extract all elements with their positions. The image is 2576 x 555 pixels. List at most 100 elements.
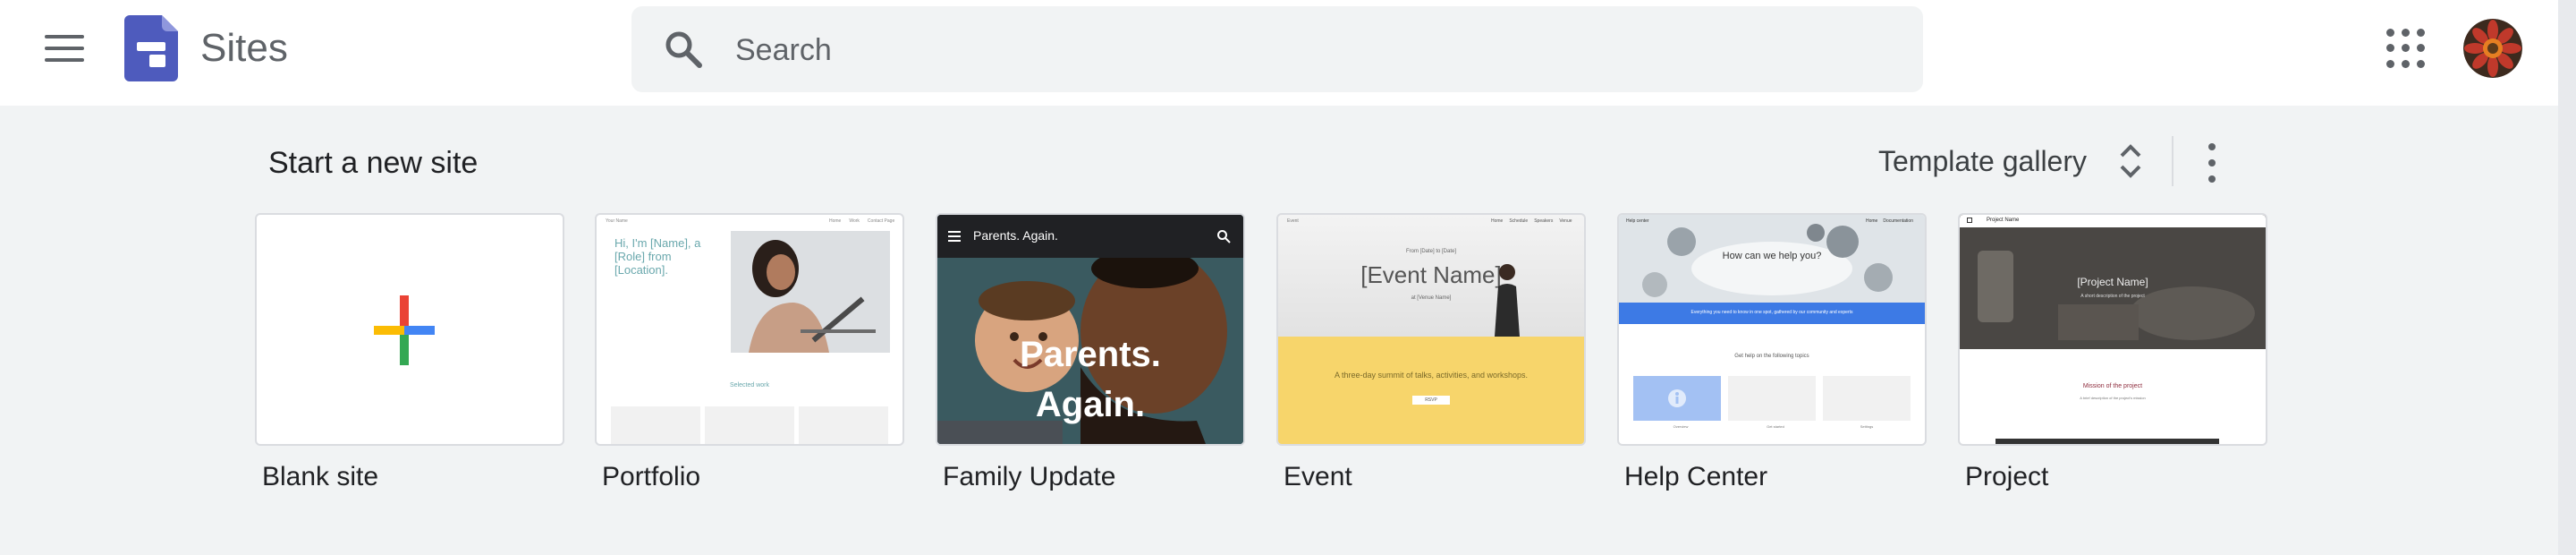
template-card-blank-site[interactable]: Blank site [255, 213, 564, 491]
preview-brand: Help center [1626, 218, 1649, 224]
apps-grid-dot [2417, 59, 2425, 68]
preview-mission-line: A brief description of the project's mis… [2080, 396, 2146, 400]
more-vert-icon-dot [2208, 143, 2216, 150]
template-thumbnail[interactable]: Your Name Home Work Contact Page Hi, I'm… [595, 213, 904, 446]
template-thumbnail[interactable]: Event Home Schedule Speakers Venue From … [1276, 213, 1586, 446]
preview-work-tile [705, 406, 794, 444]
preview-overlay-line: Parents. [1020, 335, 1161, 374]
template-thumbnail[interactable] [255, 213, 564, 446]
apps-grid-dot [2386, 44, 2394, 53]
colored-plus-icon [374, 295, 435, 365]
menu-icon-bar [45, 58, 84, 62]
app-header: Sites [0, 0, 2558, 106]
search-input[interactable] [733, 6, 1882, 94]
preview-intro-line: Hi, I'm [Name], a [614, 236, 701, 250]
apps-grid-dot [2386, 29, 2394, 37]
template-card-help-center[interactable]: Help center Home Documentation How can w… [1617, 213, 1927, 491]
template-thumbnail[interactable]: Parents. Again. Parents. Again. [936, 213, 1245, 446]
unfold-more-icon [2120, 144, 2141, 178]
page-scrollbar[interactable] [2558, 0, 2576, 555]
preview-nav-link: Venue [1559, 218, 1572, 224]
template-name: Event [1284, 462, 1352, 491]
preview-nav-link: Home [829, 218, 842, 224]
sites-logo-icon[interactable] [124, 15, 178, 81]
preview-overlay-line: Again. [1035, 385, 1146, 424]
search-bar[interactable] [631, 6, 1923, 94]
preview-topics-title: Get help on the following topics [1734, 354, 1809, 359]
preview-work-tile [799, 406, 888, 444]
more-vert-icon-dot [2208, 175, 2216, 183]
search-icon[interactable] [664, 30, 703, 69]
template-card-event[interactable]: Event Home Schedule Speakers Venue From … [1276, 213, 1586, 491]
main-menu-button[interactable] [36, 27, 93, 70]
preview-brand: Event [1287, 218, 1299, 224]
apps-grid-dot [2417, 29, 2425, 37]
preview-menu-icon [1967, 218, 1972, 223]
preview-blue-banner: Everything you need to know in one spot,… [1619, 303, 1925, 324]
template-name: Portfolio [602, 462, 701, 491]
template-gallery-button[interactable]: Template gallery [1878, 134, 2144, 188]
apps-grid-dot [2402, 44, 2410, 53]
template-card-portfolio[interactable]: Your Name Home Work Contact Page Hi, I'm… [595, 213, 904, 491]
preview-nav-link: Speakers [1534, 218, 1554, 224]
preview-section-label: Selected work [730, 382, 769, 388]
preview-yellow-band: A three-day summit of talks, activities,… [1278, 337, 1584, 444]
preview-topic-tile [1728, 376, 1816, 421]
preview-nav-link: Home [1491, 218, 1504, 224]
toolbar-divider [2172, 136, 2174, 186]
preview-tagline: A three-day summit of talks, activities,… [1334, 371, 1529, 380]
preview-heading: [Event Name] [1360, 261, 1502, 288]
template-name: Help Center [1624, 462, 1768, 491]
section-title: Start a new site [268, 146, 479, 180]
account-avatar[interactable] [2463, 19, 2522, 78]
template-name: Project [1965, 462, 2049, 491]
apps-grid-dot [2402, 59, 2410, 68]
template-gallery-label: Template gallery [1878, 144, 2087, 177]
more-options-button[interactable] [2200, 143, 2224, 183]
template-name: Blank site [262, 462, 379, 491]
preview-nav-link: Documentation [1883, 218, 1913, 224]
template-card-project[interactable]: Project Name [Project Name] A short desc… [1958, 213, 2267, 491]
preview-venue-line: at [Venue Name] [1411, 295, 1452, 301]
preview-subline: A short description of the project [2080, 294, 2145, 299]
preview-nav-link: Contact Page [867, 218, 895, 224]
preview-search-icon [1217, 230, 1231, 243]
preview-speaker-figure [1495, 264, 1520, 337]
preview-topic-tile [1633, 376, 1721, 421]
preview-topic-label: Settings [1860, 424, 1874, 429]
preview-topic-label: Get started [1767, 424, 1784, 429]
apps-grid-dot [2417, 44, 2425, 53]
template-name: Family Update [943, 462, 1116, 491]
preview-intro-line: [Location]. [614, 263, 668, 277]
preview-bottom-image-strip [1996, 439, 2219, 444]
preview-intro-line: [Role] from [614, 250, 672, 263]
apps-grid-dot [2402, 29, 2410, 37]
preview-heading: [Project Name] [2077, 276, 2148, 288]
more-vert-icon-dot [2208, 159, 2216, 166]
preview-rsvp-button: RSVP [1412, 396, 1450, 405]
template-thumbnail[interactable]: Help center Home Documentation How can w… [1617, 213, 1927, 446]
preview-question: How can we help you? [1722, 251, 1822, 261]
preview-person-laptop-image [731, 231, 890, 353]
preview-mission-title: Mission of the project [2082, 383, 2143, 389]
preview-brand: Project Name [1987, 218, 2020, 223]
template-thumbnail[interactable]: Project Name [Project Name] A short desc… [1958, 213, 2267, 446]
preview-nav-link: Schedule [1509, 218, 1529, 224]
preview-nav-link: Home [1866, 218, 1878, 224]
template-card-family-update[interactable]: Parents. Again. Parents. Again. Family U… [936, 213, 1245, 491]
google-apps-button[interactable] [2386, 29, 2426, 68]
preview-topic-tile [1823, 376, 1911, 421]
preview-date-line: From [Date] to [Date] [1405, 249, 1457, 254]
preview-accessibility-icon [1668, 389, 1686, 407]
preview-brand: Your Name [606, 218, 628, 224]
preview-bar-title: Parents. Again. [973, 228, 1058, 243]
preview-work-tile [611, 406, 700, 444]
preview-topic-label: Overview [1673, 424, 1689, 429]
avatar-flower-icon [2463, 19, 2522, 78]
menu-icon-bar [45, 47, 84, 50]
preview-banner-text: Everything you need to know in one spot,… [1690, 310, 1853, 315]
menu-icon-bar [45, 35, 84, 38]
preview-menu-icon [948, 231, 961, 242]
preview-top-bar: Parents. Again. [937, 215, 1243, 258]
preview-nav-link: Work [849, 218, 860, 224]
